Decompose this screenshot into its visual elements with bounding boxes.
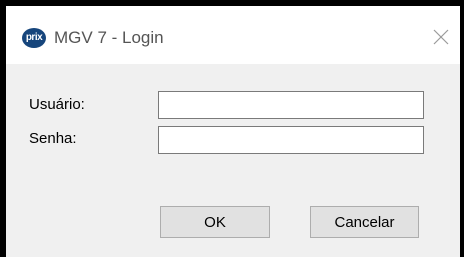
password-label: Senha: (29, 130, 77, 147)
password-field[interactable] (158, 126, 424, 154)
close-icon (433, 29, 449, 45)
close-button[interactable] (426, 22, 456, 52)
login-dialog: prix MGV 7 - Login Usuário: Senha: OK Ca… (0, 0, 464, 257)
username-label: Usuário: (29, 96, 85, 113)
ok-button[interactable]: OK (160, 206, 270, 238)
cancel-button[interactable]: Cancelar (310, 206, 419, 238)
window-title: MGV 7 - Login (54, 28, 164, 47)
username-field[interactable] (158, 91, 424, 119)
title-bar[interactable]: prix MGV 7 - Login (6, 6, 460, 64)
prix-logo-icon: prix (22, 28, 46, 48)
